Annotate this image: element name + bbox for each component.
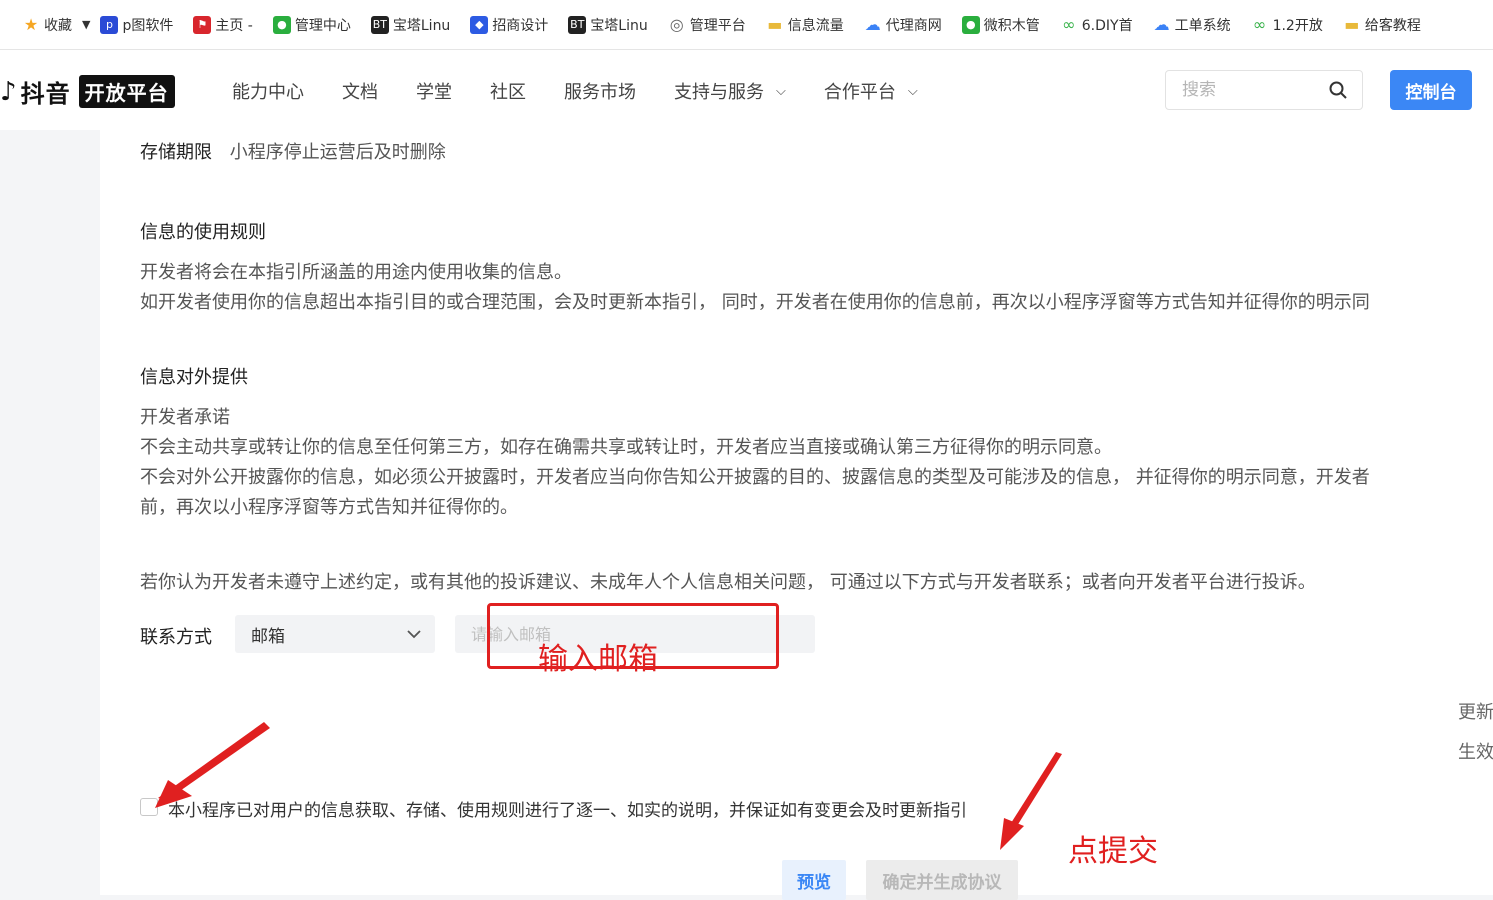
nav-label: 文档 <box>342 82 378 103</box>
nav-item-partner[interactable]: 合作平台 ⌵ <box>824 78 918 104</box>
bookmark-item[interactable]: ▬ 信息流量 <box>766 15 844 35</box>
bookmark-item[interactable]: ☁ 工单系统 <box>1153 15 1231 35</box>
nav-item-academy[interactable]: 学堂 <box>416 78 452 104</box>
annotation-submit-hint: 点提交 <box>1068 834 1158 869</box>
folder-icon: ▬ <box>1344 15 1360 34</box>
bookmark-item[interactable]: ∞ 1.2开放 <box>1251 15 1323 35</box>
bookmark-label: 主页 - <box>215 17 253 34</box>
usage-line: 如开发者使用你的信息超出本指引目的或合理范围，会及时更新本指引， 同时，开发者在… <box>140 292 1370 313</box>
bookmark-label: p图软件 <box>122 17 174 34</box>
confirm-generate-button[interactable]: 确定并生成协议 <box>866 860 1018 900</box>
contact-label: 联系方式 <box>140 627 212 648</box>
bookmark-item[interactable]: ● 微积木管 <box>961 15 1040 35</box>
bookmark-item[interactable]: ★ 收藏 <box>22 15 72 35</box>
provide-line: 前，再次以小程序浮窗等方式告知并征得你的。 <box>140 497 518 518</box>
bookmark-label: 收藏 <box>44 17 72 34</box>
nav-item-ability[interactable]: 能力中心 <box>232 78 304 104</box>
cube-icon: ◆ <box>470 15 489 34</box>
bookmark-item[interactable]: BT 宝塔Linu <box>370 15 451 35</box>
bt-icon: BT <box>370 15 389 34</box>
ptu-icon: p <box>100 15 119 34</box>
nav-label: 学堂 <box>416 82 452 103</box>
nav-label: 服务市场 <box>564 82 636 103</box>
nav-label: 支持与服务 <box>674 82 764 103</box>
nav-label: 合作平台 <box>823 82 896 103</box>
site-header: ♪ 抖音 开放平台 能力中心 文档 学堂 社区 服务市场 支持与服务 ⌵ 合作平台… <box>0 50 1493 130</box>
douyin-note-icon: ♪ <box>0 76 17 107</box>
nav-item-community[interactable]: 社区 <box>490 78 526 104</box>
nav-item-docs[interactable]: 文档 <box>342 78 378 104</box>
provide-title: 信息对外提供 <box>140 367 248 388</box>
storage-value: 小程序停止运营后及时删除 <box>229 142 446 163</box>
globe-icon: ◎ <box>669 15 684 34</box>
usage-title: 信息的使用规则 <box>140 222 266 243</box>
bookmark-label: 宝塔Linu <box>590 17 648 34</box>
logo-badge: 开放平台 <box>78 75 175 108</box>
bookmark-label: 宝塔Linu <box>392 17 451 34</box>
bookmark-label: 管理平台 <box>689 17 746 34</box>
search-box <box>1165 70 1363 110</box>
update-note: 更新 <box>1458 702 1493 723</box>
bookmark-item[interactable]: ⚑ 主页 - <box>193 15 253 35</box>
nav-label: 社区 <box>490 82 526 103</box>
bookmark-item[interactable]: ◆ 招商设计 <box>470 15 548 35</box>
search-input[interactable] <box>1180 71 1334 109</box>
contact-type-value: 邮箱 <box>251 626 285 647</box>
chevron-down-icon <box>407 629 421 638</box>
bookmark-item[interactable]: ∞ 6.DIY首 <box>1060 15 1133 35</box>
bookmark-label: 给客教程 <box>1364 17 1421 34</box>
bookmark-item[interactable]: p p图软件 <box>100 15 173 35</box>
contact-type-select[interactable]: 邮箱 <box>235 615 435 653</box>
wechat-icon: ● <box>961 15 980 34</box>
chevron-down-icon: ⌵ <box>776 83 786 99</box>
bookmarks-bar: ★ 收藏 ▼ p p图软件 ⚑ 主页 - ● 管理中心 BT 宝塔Linu ◆ 招商设计 BT 宝塔Linu… <box>0 0 1493 50</box>
bookmark-label: 招商设计 <box>492 17 549 34</box>
bookmark-label: 代理商网 <box>885 17 942 34</box>
storage-row: 存储期限 小程序停止运营后及时删除 <box>140 138 446 164</box>
bookmark-label: 1.2开放 <box>1272 17 1323 34</box>
cloud-icon: ☁ <box>1153 15 1170 34</box>
cloud-icon: ☁ <box>864 15 881 34</box>
logo-text: 抖音 <box>20 80 71 108</box>
provide-line: 不会主动共享或转让你的信息至任何第三方，如存在确需共享或转让时，开发者应当直接或… <box>140 437 1112 458</box>
wechat-icon: ● <box>272 15 291 34</box>
usage-line: 开发者将会在本指引所涵盖的用途内使用收集的信息。 <box>140 262 572 283</box>
bt-icon: BT <box>568 15 587 34</box>
agree-text[interactable]: 本小程序已对用户的信息获取、存储、使用规则进行了逐一、如实的说明，并保证如有变更… <box>168 796 967 821</box>
loop-icon: ∞ <box>1062 15 1076 34</box>
bookmark-label: 微积木管 <box>983 17 1040 34</box>
preview-button[interactable]: 预览 <box>782 860 846 900</box>
bookmark-label: 信息流量 <box>787 17 844 34</box>
nav-label: 能力中心 <box>232 82 304 103</box>
caret-down-icon[interactable]: ▼ <box>82 18 90 31</box>
effective-note: 生效 <box>1458 742 1493 763</box>
provide-line: 不会对外公开披露你的信息，如必须公开披露时，开发者应当向你告知公开披露的目的、披… <box>140 467 1370 488</box>
privacy-guide-panel: 存储期限 小程序停止运营后及时删除 信息的使用规则 开发者将会在本指引所涵盖的用… <box>100 130 1493 900</box>
provide-line: 开发者承诺 <box>140 407 230 428</box>
star-icon: ★ <box>23 15 39 34</box>
nav-item-support[interactable]: 支持与服务 ⌵ <box>674 78 786 104</box>
bookmark-item[interactable]: ▬ 给客教程 <box>1343 15 1421 35</box>
flag-icon: ⚑ <box>193 15 212 34</box>
nav-item-market[interactable]: 服务市场 <box>564 78 636 104</box>
folder-icon: ▬ <box>767 15 783 34</box>
chevron-down-icon: ⌵ <box>907 83 918 99</box>
console-button[interactable]: 控制台 <box>1390 70 1472 110</box>
douyin-logo[interactable]: ♪ 抖音 开放平台 <box>0 74 175 109</box>
loop-icon: ∞ <box>1252 15 1267 34</box>
agree-checkbox[interactable] <box>140 798 158 816</box>
annotation-input-hint: 输入邮箱 <box>538 642 658 677</box>
storage-label: 存储期限 <box>140 142 212 163</box>
complaint-text: 若你认为开发者未遵守上述约定，或有其他的投诉建议、未成年人个人信息相关问题， 可… <box>140 572 1316 593</box>
bookmark-label: 工单系统 <box>1174 17 1231 34</box>
bookmark-item[interactable]: ● 管理中心 <box>272 15 351 35</box>
search-icon[interactable] <box>1328 80 1348 100</box>
main-nav: 能力中心 文档 学堂 社区 服务市场 支持与服务 ⌵ 合作平台 ⌵ <box>232 78 956 104</box>
bookmark-item[interactable]: ◎ 管理平台 <box>668 15 746 35</box>
bookmark-label: 管理中心 <box>294 17 351 34</box>
bookmark-item[interactable]: BT 宝塔Linu <box>568 15 648 35</box>
bookmark-label: 6.DIY首 <box>1081 17 1133 34</box>
bookmark-item[interactable]: ☁ 代理商网 <box>864 15 942 35</box>
